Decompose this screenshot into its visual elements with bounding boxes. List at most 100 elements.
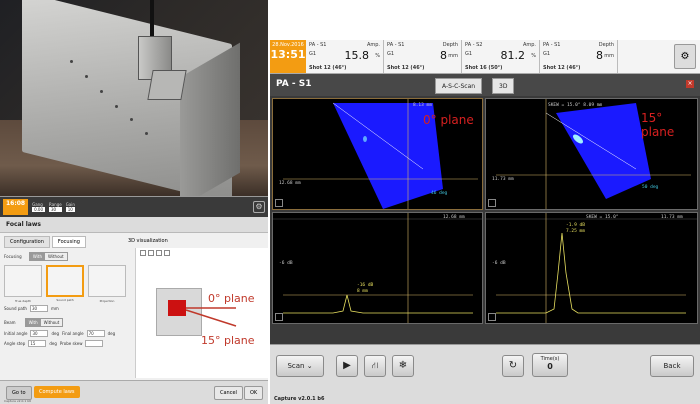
readout-group: PA - S2 (465, 42, 483, 48)
focal-laws-body: Focusing With Without True depth Sound pa… (0, 248, 268, 378)
focusing-row: Focusing With Without (4, 252, 131, 261)
depth-input[interactable]: 30 (29, 305, 48, 312)
photo-hole (115, 105, 118, 108)
focusing-label: Focusing (4, 254, 22, 259)
readout-value: 81.2 (500, 49, 526, 62)
thumb-projection[interactable]: Projection (88, 265, 126, 303)
readout-1[interactable]: PA - S1 Amp. G1 15.8 % Shot 12 (46°) (306, 40, 384, 73)
bottom-toolbar: Scan ⌄ ▶ ⛙ ❄ ↻ Time(s) 0 Back Capture v2… (270, 344, 700, 404)
field-value: 0.00 (32, 207, 46, 212)
readout-3[interactable]: PA - S2 Amp. G1 81.2 % Shot 16 (50°) (462, 40, 540, 73)
record-icon[interactable]: ⛙ (364, 355, 386, 377)
beam-toggle[interactable]: With Without (24, 318, 64, 327)
sscan-right-plane-label: 15° plane (641, 111, 675, 139)
unit: deg (49, 341, 57, 346)
tab-configuration[interactable]: Configuration (4, 236, 50, 248)
left-status-bar: 16:08 Gang 0.00 Range 30 Gain 10 ⚙ (0, 197, 268, 217)
readout-gate: G1 (387, 51, 395, 57)
readout-shot: Shot 12 (46°) (543, 65, 581, 71)
toggle-with[interactable]: With (25, 319, 41, 326)
viz-title: 3D visualization (127, 238, 168, 244)
left-clock: 16:08 (3, 199, 29, 215)
probe-skew-label: Probe skew (59, 341, 83, 346)
readout-value: 8 (596, 49, 603, 62)
beam-label: Beam (4, 320, 16, 325)
thumb-sound-path[interactable]: Sound path (46, 265, 84, 302)
readout-4[interactable]: PA - S1 Depth G1 8 mm Shot 12 (46°) (540, 40, 618, 73)
readout-2[interactable]: PA - S1 Depth G1 8 mm Shot 12 (46°) (384, 40, 462, 73)
tab-3d[interactable]: 3D (492, 78, 515, 94)
scan-button[interactable]: Scan ⌄ (276, 355, 324, 377)
resize-icon[interactable] (275, 199, 283, 207)
view-titlebar: PA - S1 A-S-C-Scan 3D × (270, 74, 700, 96)
3d-visualization: 0° plane 15° plane (135, 248, 268, 378)
probe-skew-input[interactable] (85, 340, 104, 347)
ascan-right-peak-depth: 7.25 mm (566, 229, 585, 234)
left-field-gang[interactable]: Gang 0.00 (32, 202, 46, 212)
readout-unit: % (375, 53, 380, 59)
resize-icon[interactable] (488, 313, 496, 321)
compute-laws-button[interactable]: Compute laws (34, 386, 80, 398)
sscan-right-top-label: SKEW = 15.0° 8.09 mm (548, 103, 603, 108)
beam-row: Beam With Without (4, 318, 131, 327)
status-bar: 28.Nov.2016 13:51 PA - S1 Amp. G1 15.8 %… (270, 40, 700, 74)
close-icon[interactable]: × (686, 80, 694, 88)
readout-group: PA - S1 (543, 42, 561, 48)
resize-icon[interactable] (275, 313, 283, 321)
angle-step-label: Angle step (4, 341, 26, 346)
focusing-settings: Focusing With Without True depth Sound pa… (0, 248, 135, 378)
readout-gate: G1 (543, 51, 551, 57)
resize-icon[interactable] (488, 199, 496, 207)
focus-mode-thumbs: True depth Sound path Projection (4, 265, 131, 303)
final-angle-input[interactable]: 70 (86, 330, 105, 337)
settings-icon[interactable]: ⚙ (674, 44, 696, 69)
readout-type: Depth (442, 42, 458, 48)
tab-focusing[interactable]: Focusing (51, 236, 86, 248)
ascan-left-peak-label: -16 dB (357, 283, 374, 288)
ascan-panel-left[interactable]: 12.68 mm -6 dB -16 dB 8 mm (272, 212, 483, 324)
photo-test-block (0, 0, 268, 196)
ascan-panel-right[interactable]: SKEW = 15.0° 11.73 mm -6 dB -1.9 dB 7.25… (485, 212, 698, 324)
viz-plane-0-label: 0° plane (208, 292, 255, 305)
photo-hole (70, 60, 73, 63)
thumb-true-depth[interactable]: True depth (4, 265, 42, 303)
gear-icon[interactable]: ⚙ (253, 201, 265, 213)
initial-angle-input[interactable]: 30 (30, 330, 49, 337)
readout-type: Amp. (366, 42, 380, 48)
ascan-left-top-label: 12.68 mm (443, 215, 465, 220)
sscan-right-angle-label: 50 deg (642, 185, 659, 190)
ascan-right-waveform (486, 213, 697, 323)
go-to-button[interactable]: Go to (6, 386, 32, 400)
readout-unit: mm (604, 53, 614, 59)
unit: deg (107, 331, 116, 336)
tab-ascan[interactable]: A-S-C-Scan (435, 78, 483, 94)
focusing-toggle[interactable]: With Without (28, 252, 68, 261)
sscan-panel-left[interactable]: 8.13 mm 12.68 mm 46 deg 0° plane (272, 98, 483, 210)
left-version: Capture v2.0.1 b6 (4, 399, 32, 403)
thumb-label: Projection (99, 299, 115, 303)
sscan-panel-right[interactable]: SKEW = 15.0° 8.09 mm 11.73 mm 50 deg 15°… (485, 98, 698, 210)
readout-gate: G1 (309, 51, 317, 57)
angle-step-input[interactable]: 15 (28, 340, 47, 347)
toggle-with[interactable]: With (29, 253, 45, 260)
left-field-gain[interactable]: Gain 10 (65, 202, 75, 212)
play-icon[interactable]: ▶ (336, 355, 358, 377)
back-button[interactable]: Back (650, 355, 694, 377)
sscan-left-plane-label: 0° plane (423, 113, 474, 127)
readout-shot: Shot 12 (46°) (387, 65, 425, 71)
sscan-left-top-label: 8.13 mm (413, 103, 432, 108)
left-field-range[interactable]: Range 30 (49, 202, 62, 212)
toggle-without[interactable]: Without (40, 319, 63, 326)
cancel-button[interactable]: Cancel (214, 386, 243, 400)
ok-button[interactable]: OK (244, 386, 264, 400)
readout-shot: Shot 12 (46°) (309, 65, 347, 71)
snowflake-icon[interactable]: ❄ (392, 355, 414, 377)
scan-button-label: Scan (287, 362, 305, 370)
photo-hole (85, 75, 88, 78)
toggle-without[interactable]: Without (44, 253, 67, 260)
unit: deg (51, 331, 59, 336)
readout-type: Amp. (522, 42, 536, 48)
angle-row: Initial angle 30 deg Final angle 70 deg (4, 330, 131, 337)
thumb-label: Sound path (56, 298, 74, 302)
refresh-icon[interactable]: ↻ (502, 355, 524, 377)
